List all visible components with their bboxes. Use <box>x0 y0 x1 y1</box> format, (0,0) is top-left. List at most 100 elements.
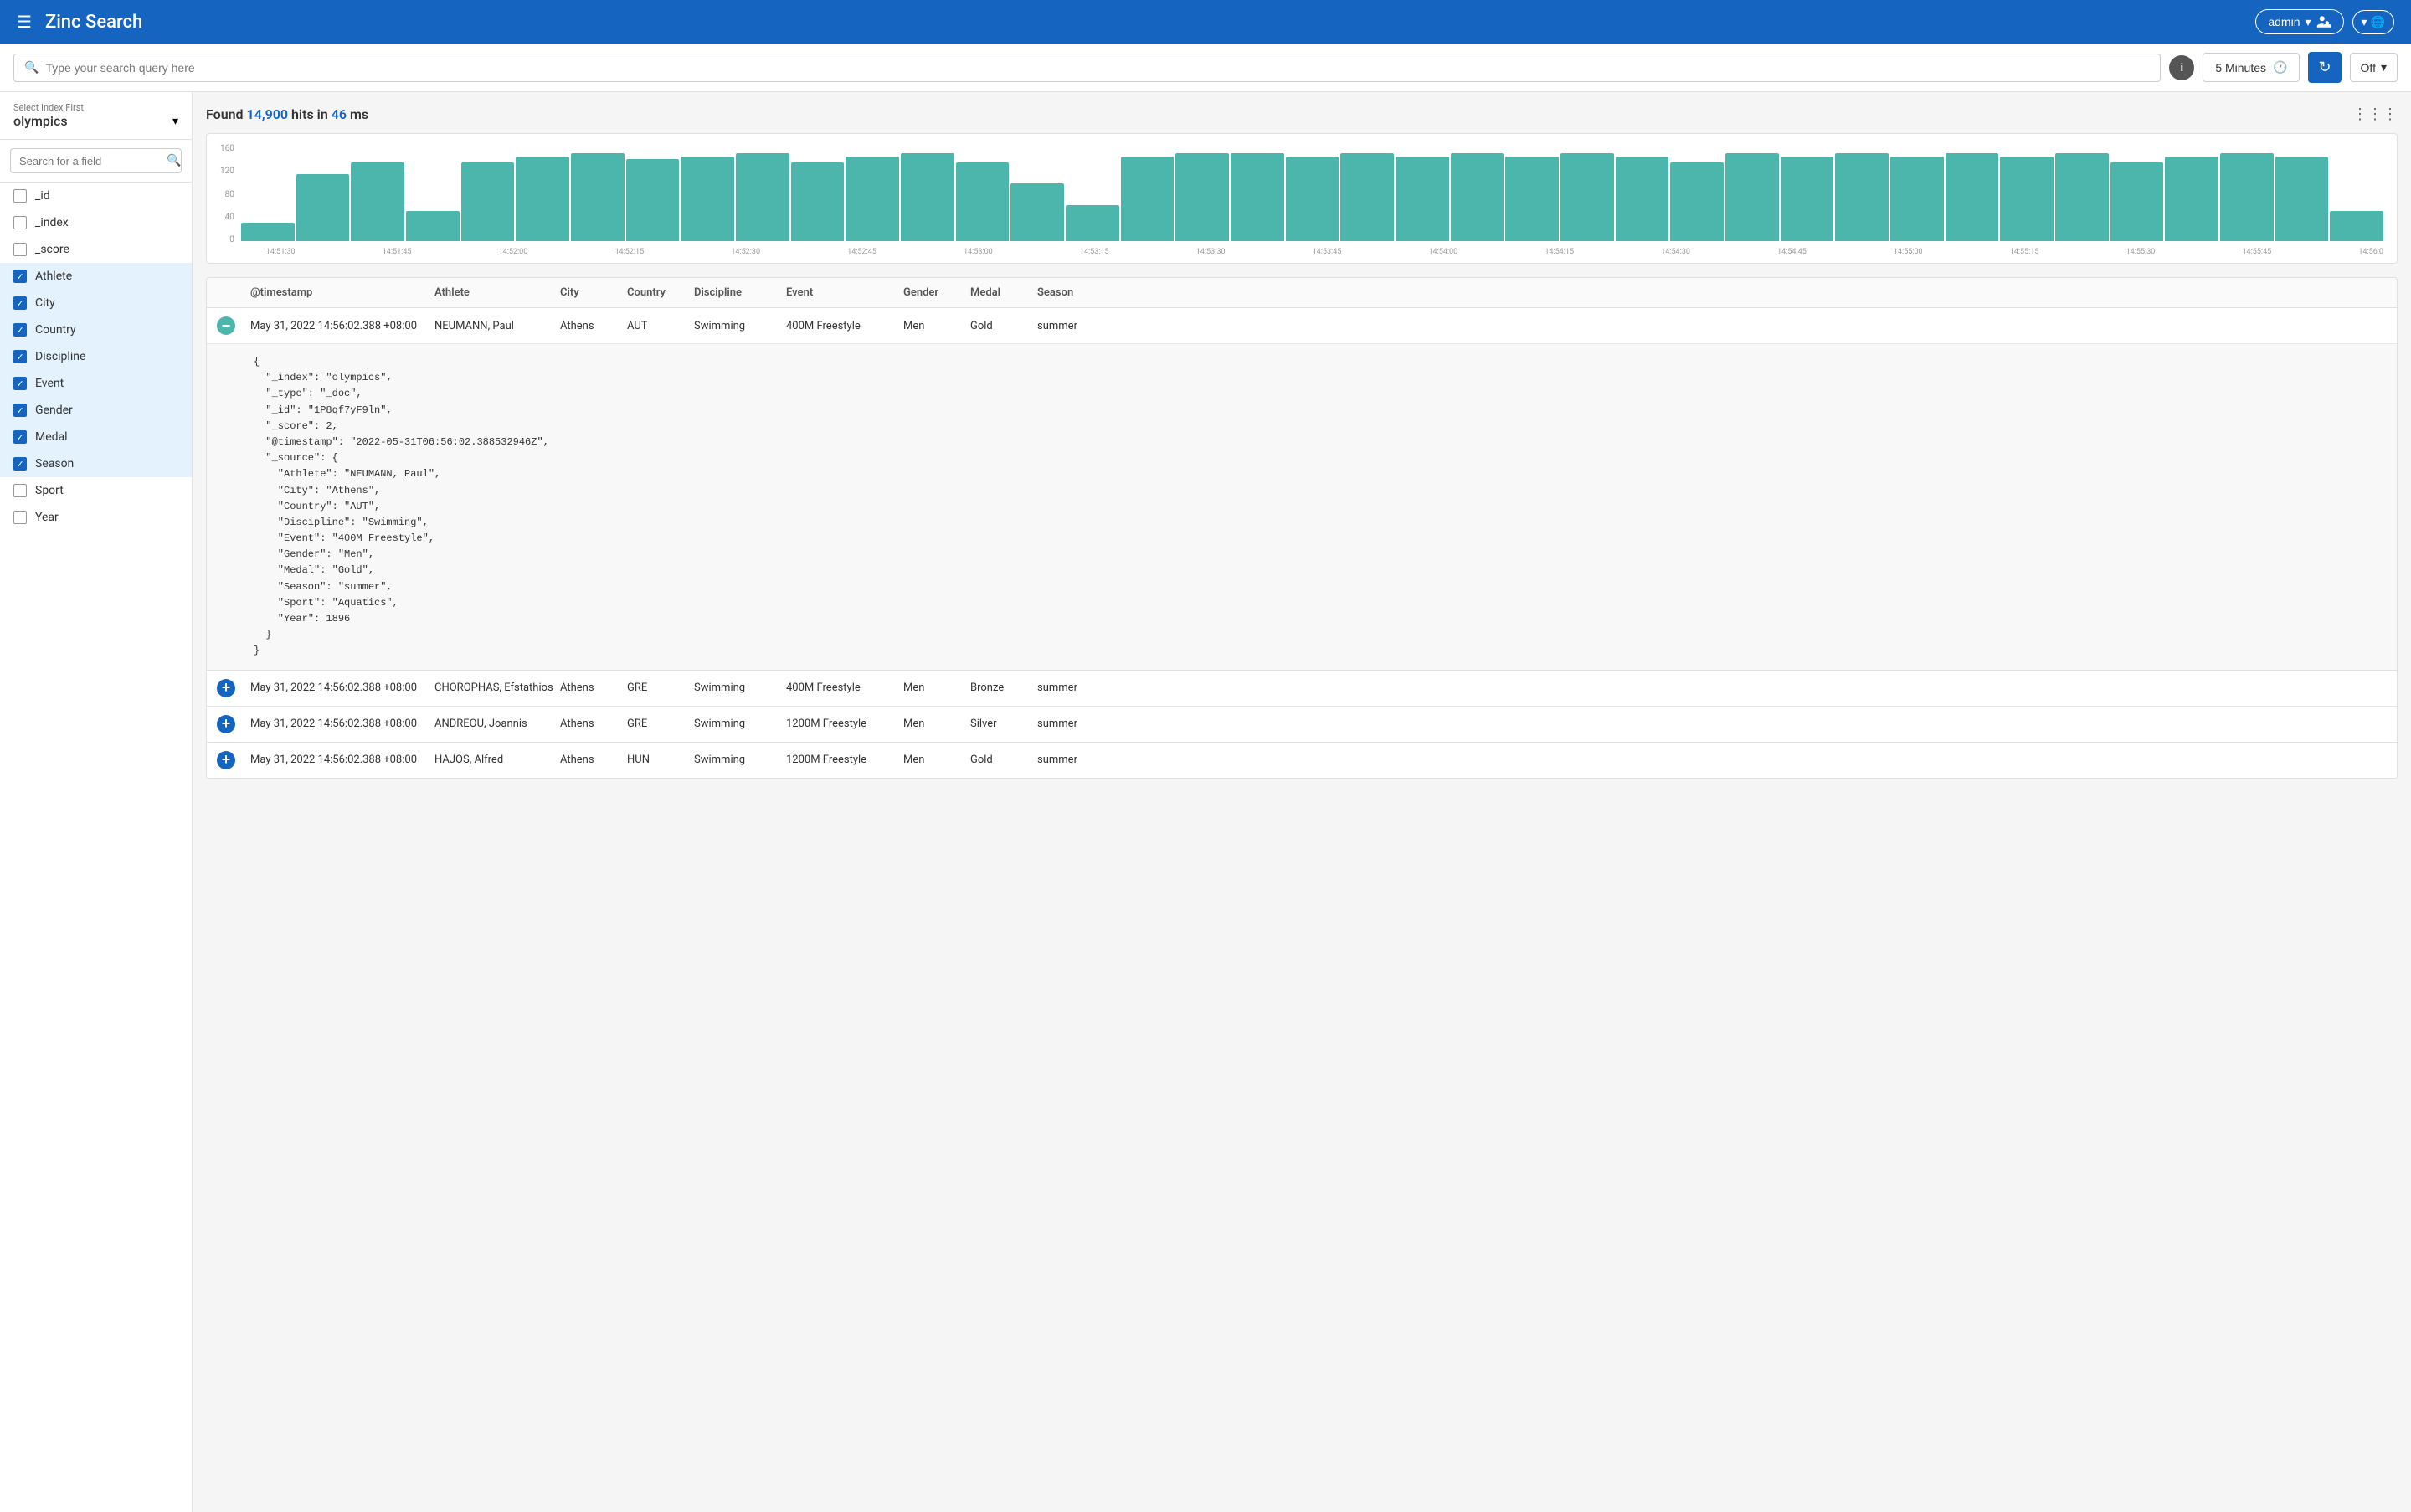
chart-x-label: 14:52:45 <box>847 248 876 256</box>
chart-x-label: 14:54:45 <box>1777 248 1807 256</box>
field-item[interactable]: Event <box>0 370 192 397</box>
field-name-label: City <box>35 296 55 310</box>
results-title: Found 14,900 hits in 46 ms <box>206 106 368 122</box>
table-cell-athlete: HAJOS, Alfred <box>434 753 560 766</box>
chart-x-label: 14:55:30 <box>2126 248 2156 256</box>
auto-refresh-label: Off <box>2361 61 2376 75</box>
chart-x-label: 14:53:45 <box>1313 248 1342 256</box>
table-header: @timestampAthleteCityCountryDisciplineEv… <box>207 278 2397 308</box>
table-row-cells: +May 31, 2022 14:56:02.388 +08:00CHOROPH… <box>207 671 2397 706</box>
field-checkbox[interactable] <box>13 270 27 283</box>
field-item[interactable]: Season <box>0 450 192 477</box>
chart-area <box>241 144 2383 244</box>
field-item[interactable]: Year <box>0 504 192 531</box>
expand-button[interactable]: + <box>217 715 235 733</box>
results-menu-icon[interactable]: ⋮⋮⋮ <box>2352 105 2398 123</box>
header: ☰ Zinc Search admin ▾ ▾ 🌐 <box>0 0 2411 44</box>
chevron-down-icon3: ▾ <box>2381 60 2387 75</box>
chart-bar <box>1616 157 1669 242</box>
chart-bar <box>2165 157 2218 242</box>
chart-x-label: 14:54:00 <box>1428 248 1457 256</box>
chart-bar <box>1451 153 1504 241</box>
auto-refresh-button[interactable]: Off ▾ <box>2350 53 2398 82</box>
chart-x-label: 14:55:00 <box>1894 248 1923 256</box>
search-icon: 🔍 <box>24 61 39 75</box>
chart-x-label: 14:51:45 <box>383 248 412 256</box>
chart-y-axis: 16012080400 <box>220 144 234 244</box>
table-cell-city: Athens <box>560 717 627 730</box>
chart-container: 16012080400 14:51:3014:51:4514:52:0014:5… <box>206 133 2398 264</box>
collapse-button[interactable]: − <box>217 316 235 335</box>
field-item[interactable]: _id <box>0 183 192 209</box>
info-button[interactable]: i <box>2169 55 2194 80</box>
chart-bar <box>1725 153 1779 241</box>
chart-bar <box>571 153 625 241</box>
chart-wrapper: 16012080400 14:51:3014:51:4514:52:0014:5… <box>220 144 2383 256</box>
expand-cell: + <box>217 751 250 769</box>
field-list: _id_index _score Athlete City Country Discipl… <box>0 183 192 1512</box>
time-ms: 46 <box>332 106 347 122</box>
field-item[interactable]: Gender <box>0 397 192 424</box>
expand-button[interactable]: + <box>217 751 235 769</box>
field-item[interactable]: Country <box>0 316 192 343</box>
field-checkbox[interactable] <box>13 323 27 337</box>
chart-y-label: 0 <box>220 235 234 244</box>
chart-x-label: 14:55:45 <box>2242 248 2271 256</box>
field-checkbox[interactable] <box>13 216 27 229</box>
language-button[interactable]: ▾ 🌐 <box>2352 10 2394 34</box>
field-search-wrapper: 🔍 <box>10 148 182 173</box>
field-search-icon: 🔍 <box>167 154 181 167</box>
field-checkbox[interactable] <box>13 457 27 471</box>
table-col-header: @timestamp <box>250 286 434 299</box>
field-name-label: _score <box>35 243 69 256</box>
chart-bar <box>1781 157 1834 242</box>
field-item[interactable]: _score <box>0 236 192 263</box>
table-cell-event: 400M Freestyle <box>786 320 903 332</box>
field-name-label: Athlete <box>35 270 72 283</box>
field-item[interactable]: Athlete <box>0 263 192 290</box>
chart-bar <box>1286 157 1339 242</box>
table-cell-gender: Men <box>903 681 970 694</box>
field-item[interactable]: City <box>0 290 192 316</box>
field-checkbox[interactable] <box>13 243 27 256</box>
table-expand-col <box>217 286 250 299</box>
field-checkbox[interactable] <box>13 189 27 203</box>
expand-cell: + <box>217 679 250 697</box>
table-col-header: Season <box>1037 286 1104 299</box>
field-name-label: Season <box>35 457 74 471</box>
chart-bar <box>296 174 350 241</box>
menu-icon[interactable]: ☰ <box>17 12 32 32</box>
field-item[interactable]: _index <box>0 209 192 236</box>
index-select-row[interactable]: olympics ▾ <box>13 113 178 129</box>
field-name-label: Event <box>35 377 64 390</box>
field-checkbox[interactable] <box>13 350 27 363</box>
field-checkbox[interactable] <box>13 377 27 390</box>
field-checkbox[interactable] <box>13 484 27 497</box>
user-group-icon <box>2316 14 2331 29</box>
chart-x-label: 14:53:30 <box>1196 248 1226 256</box>
chart-x-label: 14:56:0 <box>2358 248 2383 256</box>
expand-button[interactable]: + <box>217 679 235 697</box>
field-item[interactable]: Discipline <box>0 343 192 370</box>
field-checkbox[interactable] <box>13 511 27 524</box>
refresh-icon: ↻ <box>2318 59 2331 75</box>
search-input[interactable] <box>45 61 2150 75</box>
field-item[interactable]: Medal <box>0 424 192 450</box>
table-cell-gender: Men <box>903 717 970 730</box>
table-cell-event: 400M Freestyle <box>786 681 903 694</box>
refresh-button[interactable]: ↻ <box>2308 52 2341 83</box>
time-range-button[interactable]: 5 Minutes 🕐 <box>2203 53 2300 82</box>
admin-button[interactable]: admin ▾ <box>2255 9 2343 34</box>
table-cell-country: GRE <box>627 681 694 694</box>
table-cell-season: summer <box>1037 681 1104 694</box>
field-search-input[interactable] <box>19 155 167 167</box>
field-name-label: Country <box>35 323 76 337</box>
table-cell-city: Athens <box>560 681 627 694</box>
table-col-header: Discipline <box>694 286 786 299</box>
field-checkbox[interactable] <box>13 404 27 417</box>
chart-bar <box>1890 157 1944 242</box>
field-checkbox[interactable] <box>13 296 27 310</box>
field-item[interactable]: Sport <box>0 477 192 504</box>
field-checkbox[interactable] <box>13 430 27 444</box>
chart-y-label: 120 <box>220 167 234 176</box>
